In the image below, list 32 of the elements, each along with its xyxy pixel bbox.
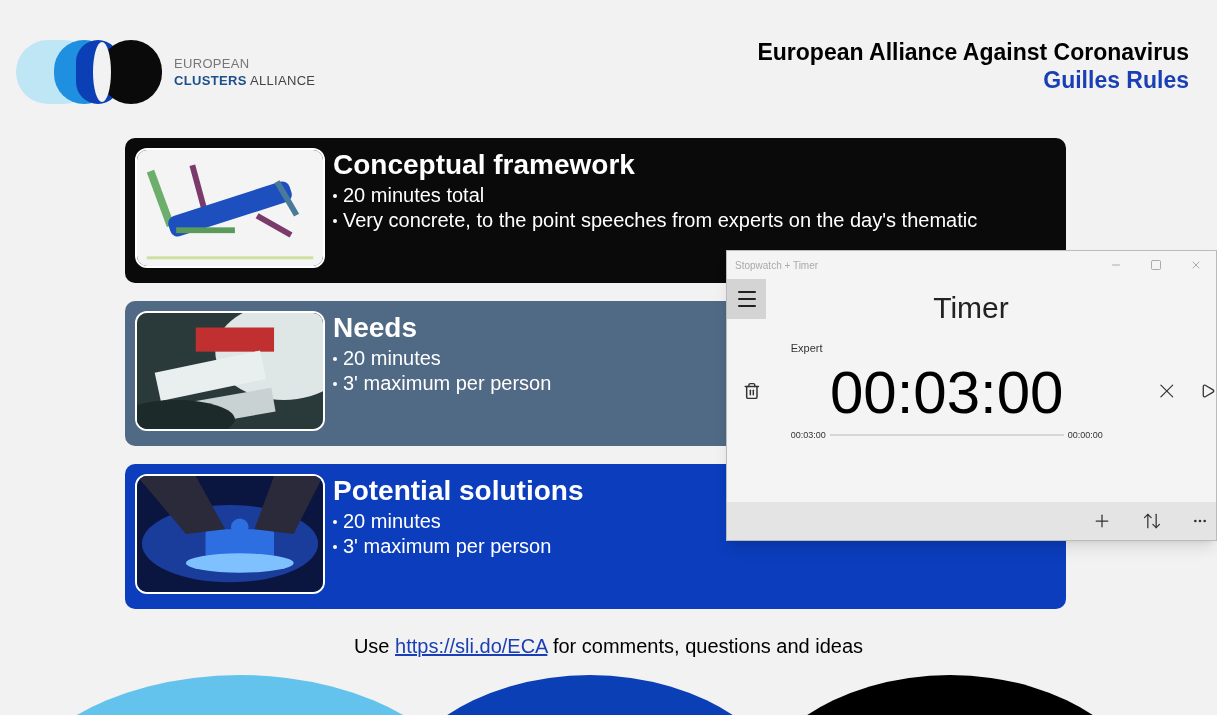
timer-time: 00:03:00	[828, 357, 1065, 428]
bullet-icon	[333, 382, 337, 386]
menu-button[interactable]	[727, 279, 766, 319]
window-title: Stopwatch + Timer	[735, 258, 820, 273]
timer-name: Expert	[790, 341, 824, 356]
card-title: Conceptual framework	[333, 148, 636, 182]
slido-link[interactable]: https://sli.do/ECA	[395, 635, 548, 657]
bullet-icon	[333, 545, 337, 549]
play-icon[interactable]	[1200, 383, 1216, 399]
slide-title: European Alliance Against Coronavirus	[757, 38, 1189, 66]
bullet-text: Very concrete, to the point speeches from experts on the day's thematic	[343, 209, 978, 232]
bullet-icon	[333, 219, 337, 223]
bullet-icon	[333, 194, 337, 198]
delete-icon[interactable]	[743, 382, 761, 400]
bullet-text: 20 minutes total	[343, 184, 485, 207]
end-time: 00:00:00	[1067, 428, 1103, 442]
logo-icon	[16, 40, 162, 104]
logo-text: CLUSTERS ALLIANCE	[174, 72, 316, 89]
reorder-icon[interactable]	[1142, 511, 1162, 531]
bullet-text: 20 minutes	[343, 347, 441, 370]
page-heading: Timer	[932, 290, 1010, 326]
card-title: Potential solutions	[333, 474, 584, 508]
bullet-icon	[333, 357, 337, 361]
bullet-text: 20 minutes	[343, 510, 441, 533]
slide-subtitle: Guilles Rules	[1043, 66, 1189, 94]
logo-text: EUROPEAN	[174, 55, 251, 72]
bullet-icon	[333, 520, 337, 524]
footer-note: Use https://sli.do/ECA for comments, questions and ideas	[352, 634, 865, 659]
start-time: 00:03:00	[790, 428, 826, 442]
card-title: Needs	[333, 311, 419, 345]
bullet-text: 3' maximum per person	[343, 535, 552, 558]
bullet-text: 3' maximum per person	[343, 372, 552, 395]
